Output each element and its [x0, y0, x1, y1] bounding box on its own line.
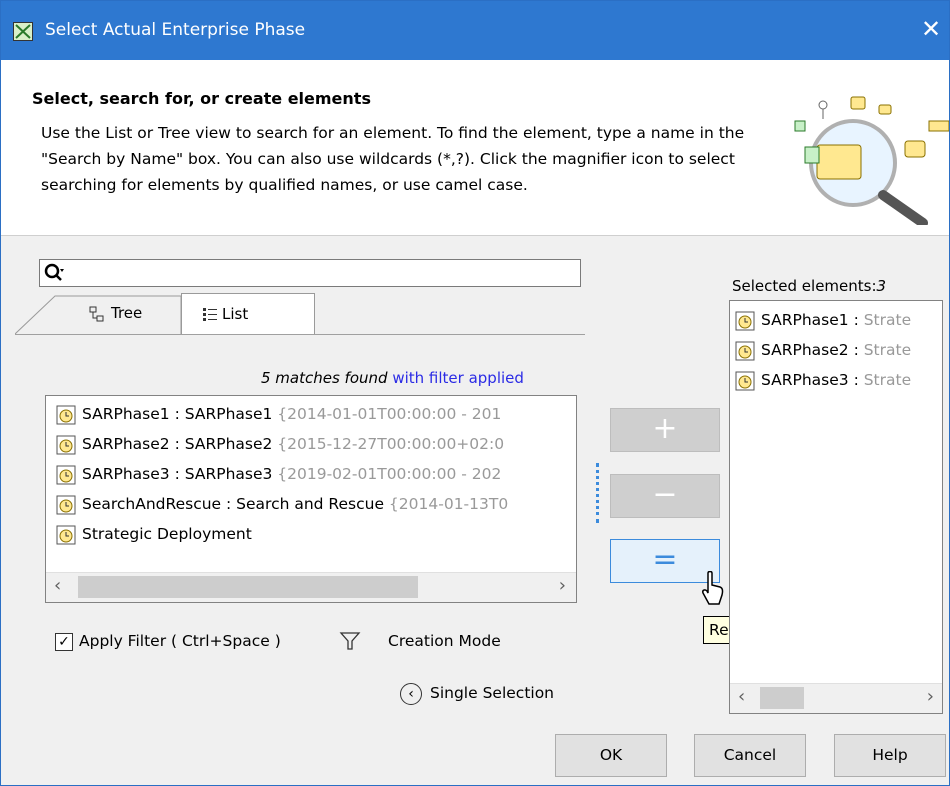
phase-clock-icon [56, 495, 76, 514]
dialog-footer: OK Cancel Help [1, 734, 949, 785]
selected-item-name: SARPhase3 : [761, 371, 864, 389]
list-item-detail: {2019-02-01T00:00:00 - 202 [272, 465, 502, 483]
creation-mode-link[interactable]: Creation Mode [388, 630, 501, 652]
tab-divider [15, 334, 585, 335]
single-selection-label: Single Selection [430, 684, 555, 702]
phase-clock-icon [56, 405, 76, 424]
search-illustration-icon [794, 96, 949, 225]
header-heading: Select, search for, or create elements [32, 89, 371, 108]
phase-clock-icon [56, 525, 76, 544]
list-item-name: SARPhase3 : SARPhase3 [82, 465, 273, 483]
selected-item-name: SARPhase2 : [761, 341, 864, 359]
tab-tree-label: Tree [111, 304, 143, 322]
selected-item-detail: Strate [863, 341, 912, 359]
header-panel: Select, search for, or create elements U… [1, 60, 949, 236]
list-item[interactable]: SearchAndRescue : Search and Rescue {201… [56, 489, 566, 519]
tab-list[interactable]: List [181, 293, 315, 335]
remove-button[interactable]: − [610, 474, 720, 518]
list-item-name: Strategic Deployment [82, 525, 252, 543]
matches-count: 5 matches found [261, 369, 388, 387]
header-description: Use the List or Tree view to search for … [41, 124, 745, 194]
tab-tree[interactable]: Tree [37, 293, 203, 335]
selected-count: 3 [876, 277, 887, 295]
apply-filter-label: Apply Filter ( Ctrl+Space ) [79, 632, 281, 650]
add-button[interactable]: + [610, 408, 720, 452]
title-bar: Select Actual Enterprise Phase ✕ [1, 1, 949, 60]
list-horizontal-scrollbar[interactable]: ‹ › [46, 572, 576, 602]
mouse-cursor-icon [702, 571, 724, 605]
phase-clock-icon [56, 435, 76, 454]
list-item-detail: {2014-01-01T00:00:00 - 201 [272, 405, 502, 423]
close-icon[interactable]: ✕ [917, 14, 945, 44]
element-list[interactable]: SARPhase1 : SARPhase1 {2014-01-01T00:00:… [45, 395, 577, 603]
list-item[interactable]: SARPhase3 : SARPhase3 {2019-02-01T00:00:… [56, 459, 566, 489]
single-selection-toggle[interactable]: ‹ Single Selection [400, 682, 554, 705]
view-tabs: Tree List [15, 293, 585, 335]
cancel-button[interactable]: Cancel [694, 734, 806, 777]
list-icon [203, 308, 217, 321]
tab-list-label: List [222, 305, 249, 323]
scroll-left-icon[interactable]: ‹ [738, 686, 745, 707]
selected-horizontal-scrollbar[interactable]: ‹ › [730, 683, 942, 713]
apply-filter-checkbox[interactable]: ✓ Apply Filter ( Ctrl+Space ) [55, 630, 281, 652]
list-item[interactable]: SARPhase2 : SARPhase2 {2015-12-27T00:00:… [56, 429, 566, 459]
selected-elements-label: Selected elements:3 [732, 277, 886, 295]
dialog-window: Select Actual Enterprise Phase ✕ Select,… [0, 0, 950, 786]
selected-list-item[interactable]: SARPhase1 : Strate [735, 305, 939, 335]
scroll-thumb[interactable] [78, 576, 418, 598]
magnifier-icon[interactable] [43, 262, 66, 284]
help-button[interactable]: Help [834, 734, 946, 777]
selected-list-item[interactable]: SARPhase3 : Strate [735, 365, 939, 395]
filter-applied-text: with filter applied [387, 369, 524, 387]
list-item-name: SearchAndRescue : Search and Rescue [82, 495, 384, 513]
scroll-right-icon[interactable]: › [927, 686, 934, 707]
scroll-left-icon[interactable]: ‹ [54, 575, 61, 596]
phase-clock-icon [735, 341, 755, 360]
list-item-name: SARPhase2 : SARPhase2 [82, 435, 273, 453]
selected-item-detail: Strate [863, 311, 912, 329]
app-icon [13, 22, 33, 41]
chevron-left-circle-icon: ‹ [400, 682, 422, 705]
ok-button[interactable]: OK [555, 734, 667, 777]
selected-list-item[interactable]: SARPhase2 : Strate [735, 335, 939, 365]
filter-funnel-icon[interactable] [339, 631, 361, 651]
selected-elements-list[interactable]: SARPhase1 : Strate SARPhase2 : Strate SA… [729, 300, 943, 714]
search-input[interactable] [39, 259, 581, 287]
list-item-detail: {2015-12-27T00:00:00+02:0 [272, 435, 505, 453]
scroll-right-icon[interactable]: › [559, 575, 566, 596]
phase-clock-icon [735, 311, 755, 330]
selected-item-detail: Strate [863, 371, 912, 389]
matches-status: 5 matches found with filter applied [261, 369, 524, 387]
list-item-detail: {2014-01-13T0 [384, 495, 509, 513]
phase-clock-icon [56, 465, 76, 484]
selected-item-name: SARPhase1 : [761, 311, 864, 329]
list-item[interactable]: Strategic Deployment [56, 519, 566, 549]
scroll-thumb[interactable] [760, 687, 804, 709]
selected-label-text: Selected elements: [732, 277, 877, 295]
list-item[interactable]: SARPhase1 : SARPhase1 {2014-01-01T00:00:… [56, 399, 566, 429]
checkbox-check-icon[interactable]: ✓ [55, 632, 73, 651]
splitter-handle[interactable] [596, 463, 599, 523]
window-title: Select Actual Enterprise Phase [45, 20, 306, 40]
phase-clock-icon [735, 371, 755, 390]
list-item-name: SARPhase1 : SARPhase1 [82, 405, 273, 423]
tree-icon [89, 306, 104, 322]
